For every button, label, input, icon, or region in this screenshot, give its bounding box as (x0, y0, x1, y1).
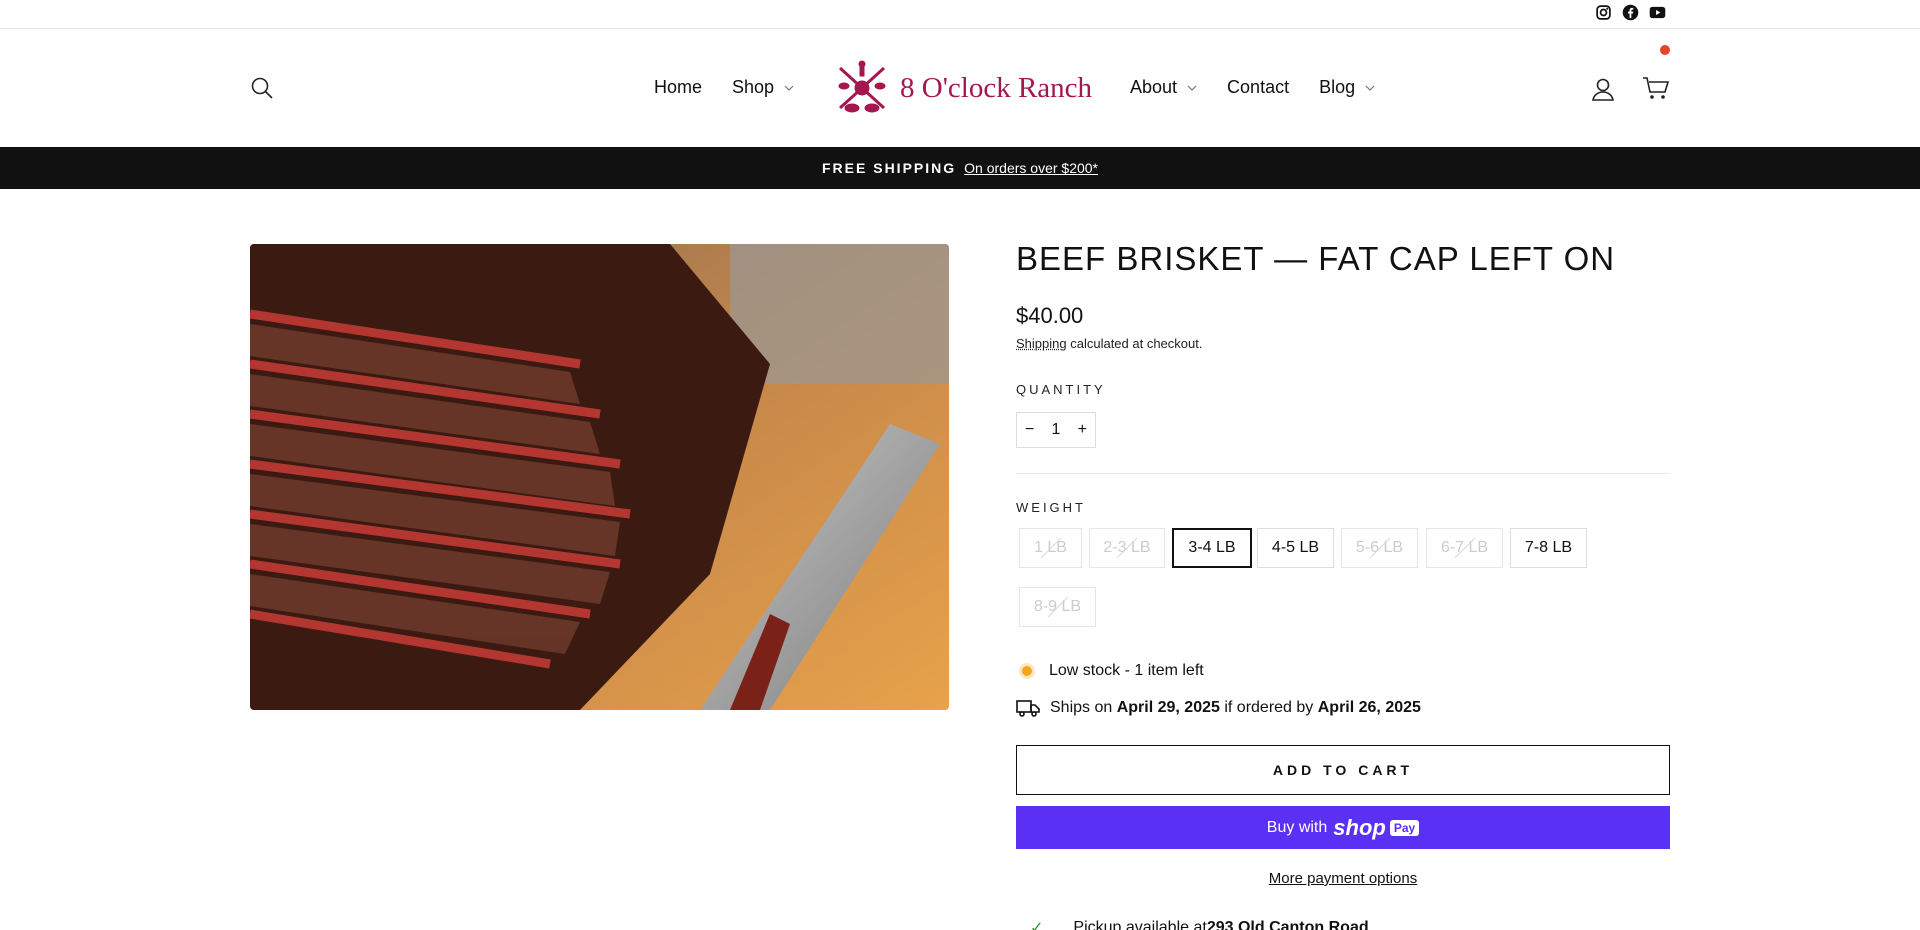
youtube-icon[interactable] (1649, 4, 1666, 21)
announcement-bar: FREE SHIPPING On orders over $200* (0, 147, 1920, 189)
add-to-cart-button[interactable]: ADD TO CART (1016, 745, 1670, 795)
ship-date: April 29, 2025 (1116, 699, 1220, 716)
chevron-down-icon (1365, 85, 1375, 91)
weight-option[interactable]: 7-8 LB (1510, 528, 1587, 568)
chevron-down-icon (1187, 85, 1197, 91)
shop-pay-button[interactable]: Buy with shop Pay (1016, 806, 1670, 849)
buy-with-label: Buy with (1266, 818, 1328, 836)
weight-option-selected[interactable]: 3-4 LB (1172, 528, 1252, 568)
stock-text: Low stock - 1 item left (1049, 662, 1204, 679)
product-price: $40.00 (1016, 303, 1084, 328)
nav-item-about[interactable]: About (1130, 77, 1197, 98)
weight-option[interactable]: 2-3 LB (1089, 528, 1165, 568)
ship-date-row: Ships on April 29, 2025 if ordered by Ap… (1016, 698, 1421, 718)
shipping-link[interactable]: Shipping (1016, 336, 1067, 351)
more-payment-options-link[interactable]: More payment options (1016, 870, 1670, 887)
nav-item-blog[interactable]: Blog (1319, 77, 1375, 98)
announcement-link[interactable]: On orders over $200* (964, 160, 1098, 176)
ranch-logo-icon (838, 60, 886, 113)
nav-item-label: Shop (732, 77, 775, 97)
announcement-title: FREE SHIPPING (822, 160, 957, 176)
nav-item-label: Blog (1319, 77, 1356, 97)
facebook-icon[interactable] (1622, 4, 1639, 21)
nav-item-contact[interactable]: Contact (1227, 77, 1289, 98)
logo-text: 8 O'clock Ranch (900, 71, 1093, 104)
weight-option[interactable]: 1 LB (1019, 528, 1082, 568)
ship-prefix: Ships on (1050, 699, 1113, 716)
logo[interactable]: 8 O'clock Ranch (832, 56, 1092, 120)
site-header: Home Shop 8 O'clock Ranch About Contact … (0, 29, 1920, 147)
pickup-availability: ✓ Pickup available at 293 Old Canton Roa… (1030, 918, 1369, 930)
ship-mid: if ordered by (1224, 699, 1314, 716)
weight-option[interactable]: 4-5 LB (1257, 528, 1334, 568)
stock-status: Low stock - 1 item left (1016, 662, 1204, 680)
quantity-stepper: − 1 + (1016, 412, 1096, 448)
shipping-note: Shipping calculated at checkout. (1016, 336, 1202, 351)
product-image[interactable] (250, 244, 949, 710)
nav-item-home[interactable]: Home (654, 77, 702, 98)
quantity-value[interactable]: 1 (1052, 421, 1061, 439)
social-bar (0, 0, 1920, 29)
main-nav-right: About Contact Blog (1130, 77, 1405, 98)
pickup-prefix: Pickup available at (1073, 919, 1207, 930)
pickup-location: 293 Old Canton Road (1206, 919, 1369, 930)
nav-item-label: About (1130, 77, 1178, 97)
quantity-label: QUANTITY (1016, 382, 1106, 397)
pay-badge: Pay (1389, 819, 1420, 836)
quantity-plus-button[interactable]: + (1078, 421, 1087, 439)
weight-label: WEIGHT (1016, 500, 1086, 515)
product-title: BEEF BRISKET — FAT CAP LEFT ON (1016, 240, 1616, 277)
shop-logo: shop (1333, 814, 1386, 840)
quantity-minus-button[interactable]: − (1025, 421, 1034, 439)
truck-icon (1016, 700, 1040, 717)
shipping-suffix: calculated at checkout. (1066, 336, 1203, 351)
search-icon[interactable] (250, 76, 274, 100)
cart-count-dot (1660, 45, 1670, 55)
nav-item-shop[interactable]: Shop (732, 77, 794, 98)
nav-item-label: Contact (1227, 77, 1290, 97)
account-icon[interactable] (1590, 76, 1616, 102)
social-links (1595, 4, 1666, 21)
main-nav-left: Home Shop (654, 77, 824, 98)
weight-option[interactable]: 5-6 LB (1341, 528, 1418, 568)
nav-item-label: Home (654, 77, 703, 97)
weight-option[interactable]: 6-7 LB (1426, 528, 1503, 568)
instagram-icon[interactable] (1595, 4, 1612, 21)
divider (1016, 473, 1670, 474)
low-stock-dot-icon (1022, 666, 1032, 676)
weight-option[interactable]: 8-9 LB (1019, 587, 1096, 627)
check-icon: ✓ (1030, 920, 1044, 930)
cart-icon[interactable] (1642, 74, 1670, 102)
chevron-down-icon (784, 85, 794, 91)
order-by-date: April 26, 2025 (1317, 699, 1421, 716)
